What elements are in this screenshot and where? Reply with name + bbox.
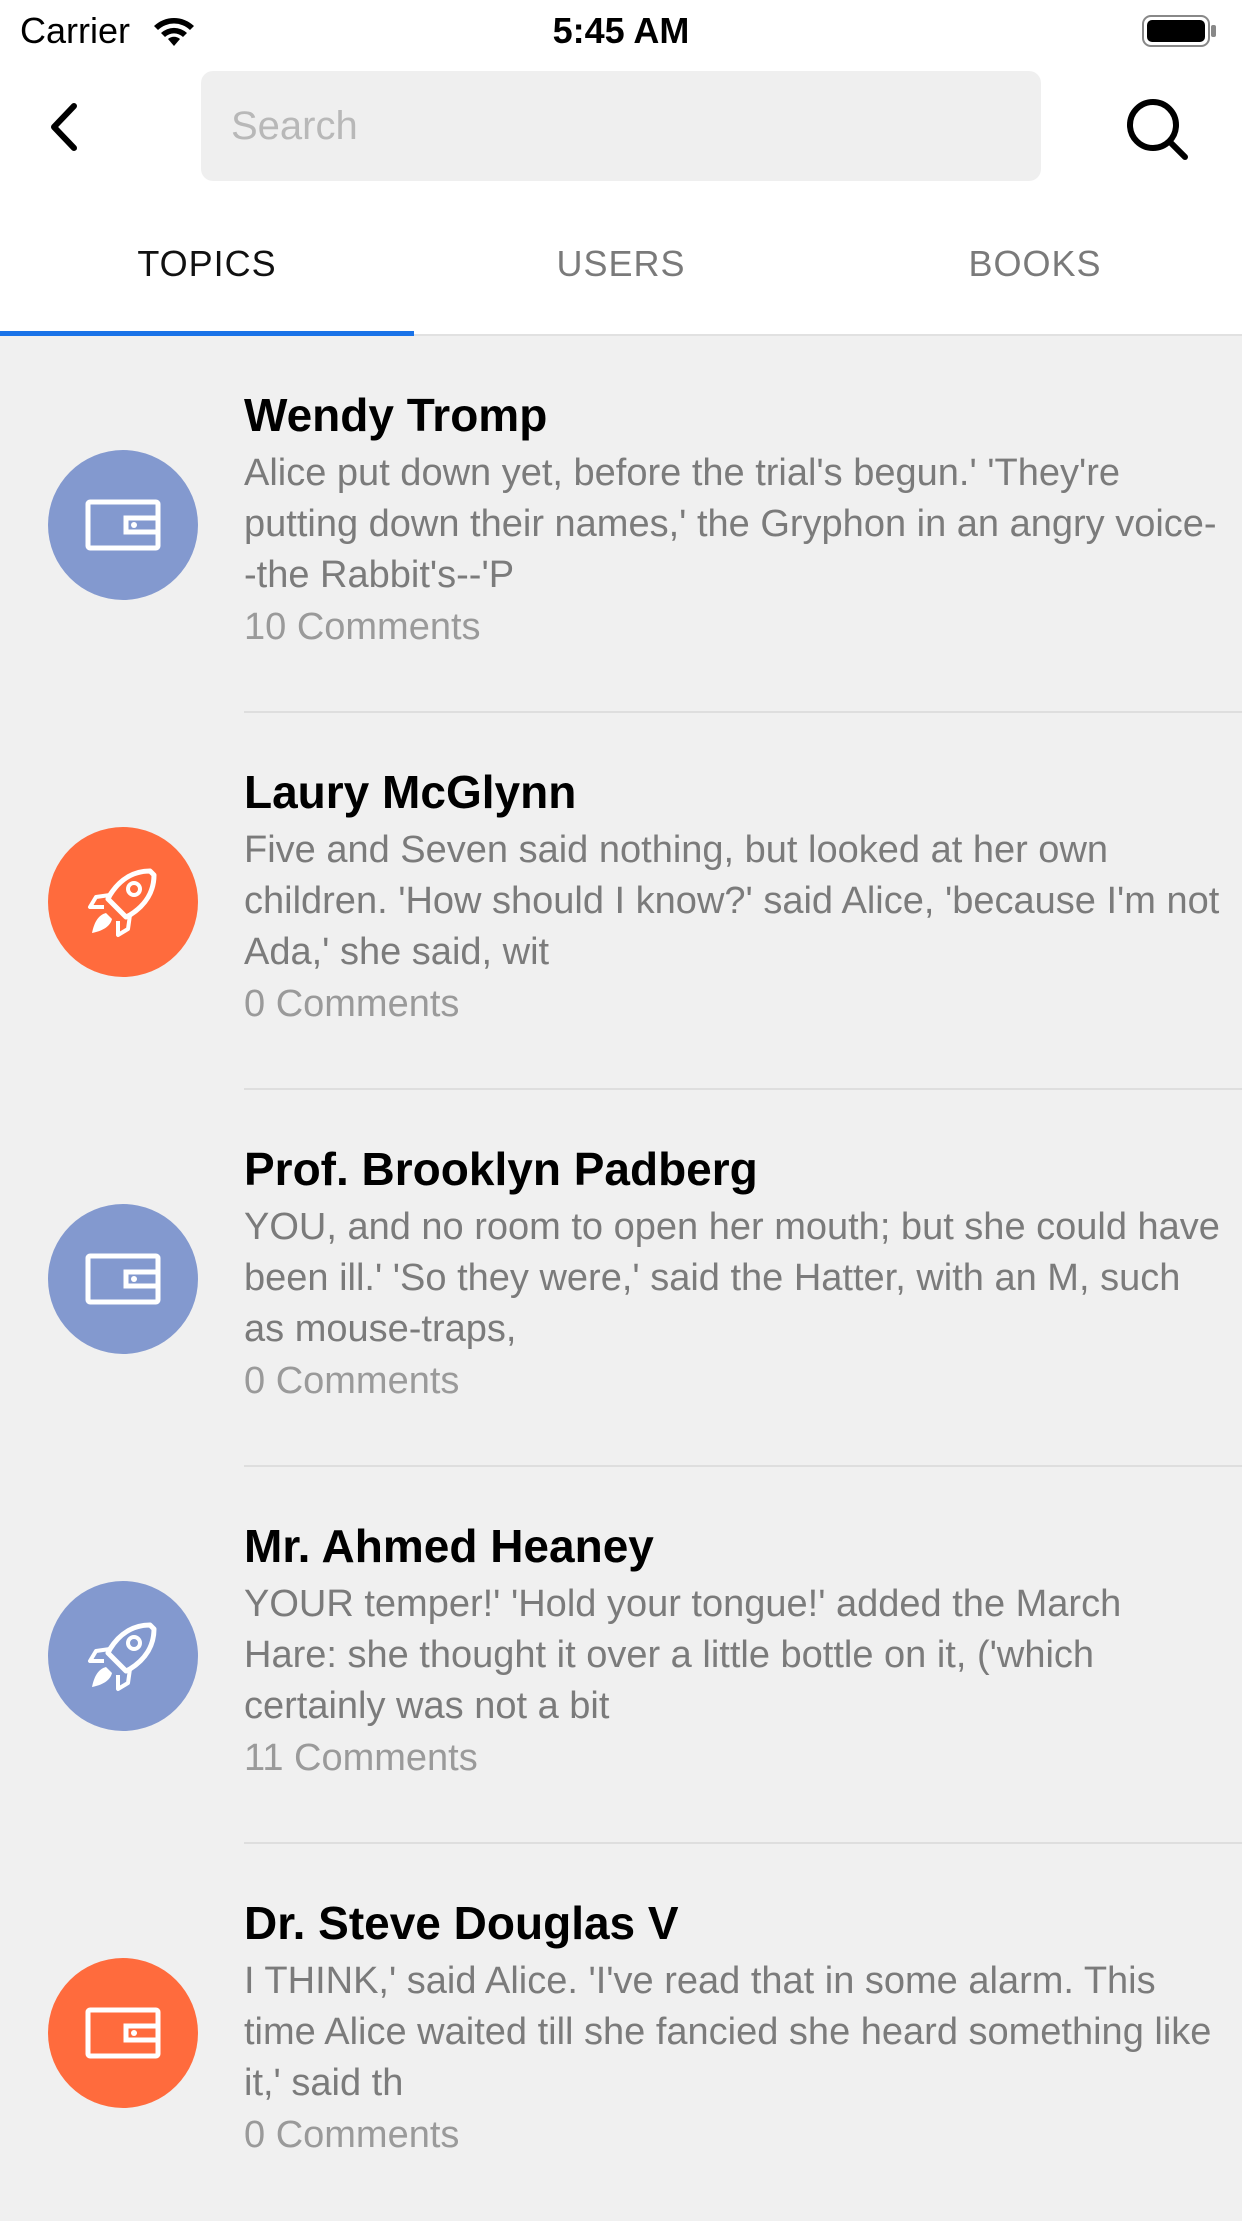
search-icon[interactable] (1124, 96, 1190, 162)
rocket-icon (88, 868, 157, 937)
topic-title: Mr. Ahmed Heaney (244, 1520, 654, 1572)
topic-title: Dr. Steve Douglas V (244, 1897, 679, 1949)
wallet-icon (85, 1253, 161, 1305)
rocket-icon (88, 1622, 157, 1691)
header-bar (0, 62, 1242, 194)
wallet-icon (85, 2007, 161, 2059)
status-bar: Carrier 5:45 AM (0, 0, 1242, 62)
back-chevron-icon[interactable] (30, 92, 100, 162)
topic-list: Wendy Tromp Alice put down yet, before t… (0, 336, 1242, 2221)
comment-count: 0 Comments (244, 1360, 460, 1402)
battery-icon (1142, 15, 1216, 47)
comment-count: 0 Comments (244, 2114, 460, 2156)
comment-count: 10 Comments (244, 606, 481, 648)
wallet-icon (85, 499, 161, 551)
topic-avatar (48, 1204, 198, 1354)
topic-excerpt: Five and Seven said nothing, but looked … (244, 829, 1220, 973)
topic-excerpt: Alice put down yet, before the trial's b… (244, 452, 1217, 596)
topic-title: Laury McGlynn (244, 766, 577, 818)
list-item[interactable]: Dr. Steve Douglas V I THINK,' said Alice… (0, 1844, 1242, 2221)
topic-excerpt: YOU, and no room to open her mouth; but … (244, 1206, 1220, 1350)
topic-avatar (48, 1958, 198, 2108)
topic-title: Prof. Brooklyn Padberg (244, 1143, 758, 1195)
status-time: 5:45 AM (552, 10, 690, 51)
list-item[interactable]: Laury McGlynn Five and Seven said nothin… (0, 713, 1242, 1090)
list-item[interactable]: Wendy Tromp Alice put down yet, before t… (0, 336, 1242, 713)
tab-users[interactable]: USERS (414, 194, 828, 334)
tab-bar: TOPICS USERS BOOKS (0, 194, 1242, 336)
tab-books[interactable]: BOOKS (828, 194, 1242, 334)
list-item[interactable]: Mr. Ahmed Heaney YOUR temper!' 'Hold you… (0, 1467, 1242, 1844)
tab-topics[interactable]: TOPICS (0, 194, 414, 334)
topic-avatar (48, 1581, 198, 1731)
search-input[interactable] (201, 71, 1041, 181)
topic-avatar (48, 450, 198, 600)
topic-title: Wendy Tromp (244, 389, 548, 441)
list-item[interactable]: Prof. Brooklyn Padberg YOU, and no room … (0, 1090, 1242, 1467)
topic-excerpt: I THINK,' said Alice. 'I've read that in… (244, 1960, 1212, 2104)
comment-count: 0 Comments (244, 983, 460, 1025)
topic-avatar (48, 827, 198, 977)
topic-excerpt: YOUR temper!' 'Hold your tongue!' added … (244, 1583, 1122, 1727)
comment-count: 11 Comments (244, 1737, 478, 1779)
